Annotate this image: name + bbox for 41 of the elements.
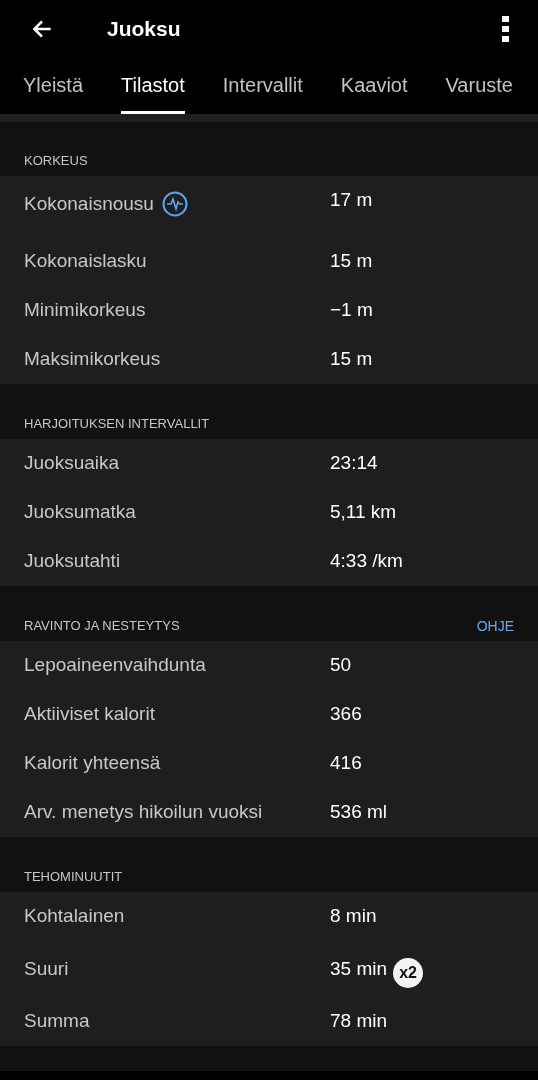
tab[interactable]: Kaaviot [340, 57, 408, 115]
stat-value: 5,11 km [330, 501, 397, 524]
stat-label: Kokonaisnousu [24, 193, 154, 216]
section-title: TEHOMINUUTIT [24, 869, 123, 885]
tab[interactable]: Yleistä [23, 57, 84, 115]
stat-value: 23:14 [330, 452, 378, 475]
tab[interactable]: Varuste [445, 57, 513, 115]
stat-value: 416 [330, 752, 362, 775]
stat-value: 17 m [330, 189, 373, 212]
stat-label: Juoksuaika [24, 452, 120, 475]
stat-label: Aktiiviset kalorit [24, 703, 155, 726]
stat-label: Summa [24, 1010, 90, 1033]
stat-value: −1 m [330, 299, 373, 322]
stat-value: 78 min [330, 1010, 388, 1033]
stat-label: Kohtalainen [24, 905, 125, 928]
stat-value: 50 [330, 654, 352, 677]
stat-value: 15 m [330, 348, 373, 371]
stat-label: Arv. menetys hikoilun vuoksi [24, 801, 263, 824]
section-title: RAVINTO JA NESTEYTYS [24, 618, 180, 634]
stat-label: Juoksumatka [24, 501, 136, 524]
stat-label: Minimikorkeus [24, 299, 146, 322]
pulse-icon[interactable] [161, 191, 188, 218]
multiplier-badge: x2 [393, 957, 424, 988]
section-title: KORKEUS [24, 153, 88, 169]
stat-value: 8 min [330, 905, 377, 928]
stat-value: 15 m [330, 250, 373, 273]
stat-value: 536 ml [330, 801, 388, 824]
stat-label: Lepoaineenvaihdunta [24, 654, 206, 677]
stat-label: Kokonaislasku [24, 250, 147, 273]
more-icon[interactable] [502, 15, 510, 42]
screen-title: Juoksu [107, 16, 182, 41]
stat-label: Juoksutahti [24, 550, 121, 573]
help-link[interactable]: OHJE [476, 617, 514, 634]
stat-label: Maksimikorkeus [24, 348, 161, 371]
stat-label: Suuri [24, 957, 69, 980]
stat-value: 35 min [330, 957, 388, 980]
tab[interactable]: Intervallit [222, 57, 303, 115]
section-title: HARJOITUKSEN INTERVALLIT [24, 416, 210, 432]
stat-value: 366 [330, 703, 362, 726]
stat-label: Kalorit yhteensä [24, 752, 161, 775]
stat-value: 4:33 /km [330, 550, 403, 573]
